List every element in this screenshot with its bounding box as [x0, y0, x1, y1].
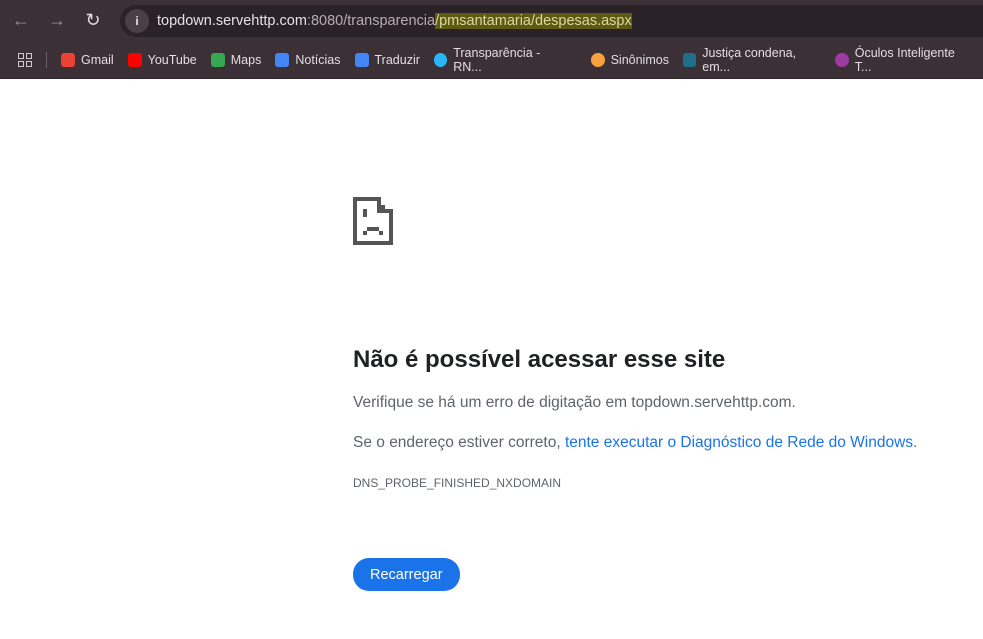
bookmark-label: Sinônimos — [610, 53, 669, 67]
network-diagnostics-link[interactable]: tente executar o Diagnóstico de Rede do … — [565, 434, 913, 451]
error-title: Não é possível acessar esse site — [353, 346, 726, 373]
browser-toolbar: ← → ↻ i topdown.servehttp.com:8080/trans… — [0, 0, 983, 42]
error-page: Não é possível acessar esse site Verifiq… — [353, 195, 963, 591]
bookmark-item[interactable]: Óculos Inteligente T... — [835, 46, 969, 74]
gmail-icon — [60, 53, 75, 67]
bookmark-label: Justiça condena, em... — [702, 46, 797, 74]
news-icon — [275, 53, 290, 67]
apps-icon[interactable] — [18, 53, 32, 67]
bookmark-label: Óculos Inteligente T... — [854, 46, 955, 74]
bookmark-item[interactable]: Justiça condena, em... — [682, 46, 821, 74]
site-info-icon[interactable]: i — [125, 9, 149, 33]
sad-document-icon — [353, 197, 393, 245]
translate-icon — [354, 53, 369, 67]
forward-icon[interactable]: → — [40, 10, 74, 31]
transparency-icon — [433, 53, 448, 67]
reload-button[interactable]: Recarregar — [353, 558, 460, 591]
bookmark-label: Notícias — [295, 53, 341, 67]
error-code: DNS_PROBE_FINISHED_NXDOMAIN — [353, 476, 562, 490]
bookmark-label: Gmail — [80, 53, 114, 67]
bookmarks-divider — [46, 52, 47, 68]
bookmark-item[interactable]: Maps — [210, 46, 262, 74]
bookmark-item[interactable]: Traduzir — [354, 46, 420, 74]
hint-suffix: . — [913, 434, 918, 451]
bookmark-item[interactable]: Transparência - RN... — [433, 46, 567, 74]
bookmark-item[interactable]: YouTube — [127, 46, 197, 74]
url-text[interactable]: topdown.servehttp.com:8080/transparencia… — [157, 13, 632, 29]
bookmark-label: YouTube — [147, 53, 197, 67]
reload-icon[interactable]: ↻ — [76, 10, 110, 31]
bookmark-label: Transparência - RN... — [453, 46, 541, 74]
bookmark-label: Traduzir — [374, 53, 420, 67]
error-hint-diagnostics: Se o endereço estiver correto, tente exe… — [353, 434, 963, 452]
glasses-icon — [835, 53, 849, 67]
synonyms-icon — [590, 53, 605, 67]
maps-icon — [210, 53, 225, 67]
back-icon[interactable]: ← — [4, 10, 38, 31]
hint-prefix: Se o endereço estiver correto, — [353, 434, 565, 451]
error-hint-typo: Verifique se há um erro de digitação em … — [353, 394, 796, 411]
justice-icon — [682, 53, 697, 67]
bookmark-item[interactable]: Notícias — [275, 46, 341, 74]
address-bar[interactable]: i topdown.servehttp.com:8080/transparenc… — [120, 5, 983, 37]
url-host: topdown.servehttp.com — [157, 13, 307, 29]
bookmarks-bar: Gmail YouTube Maps Notícias Traduzir Transpar… — [0, 42, 983, 79]
url-path: :8080/transparencia — [306, 13, 436, 29]
youtube-icon — [127, 53, 142, 67]
url-highlighted: /pmsantamaria/despesas.aspx — [435, 13, 632, 29]
bookmark-label: Maps — [230, 53, 262, 67]
bookmark-item[interactable]: Gmail — [60, 46, 114, 74]
bookmark-item[interactable]: Sinônimos — [590, 46, 669, 74]
